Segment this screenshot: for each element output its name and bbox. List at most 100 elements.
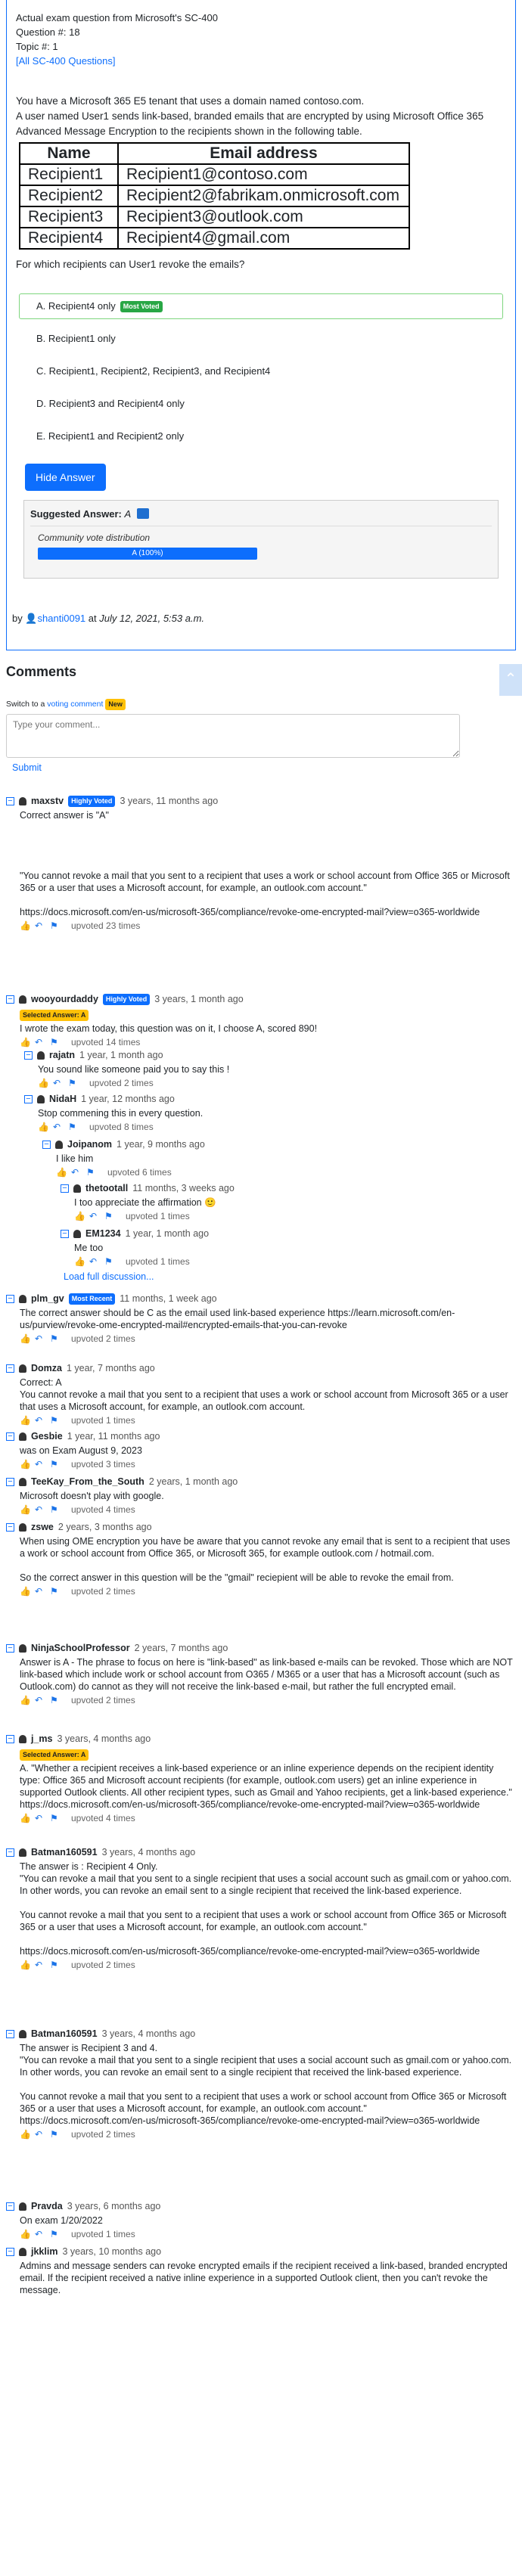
comment-user[interactable]: Pravda: [31, 2200, 63, 2212]
thumbs-up-icon[interactable]: 👍: [20, 1334, 31, 1343]
comment-user[interactable]: NidaH: [49, 1093, 76, 1105]
comment-user[interactable]: EM1234: [85, 1227, 121, 1240]
thumbs-up-icon[interactable]: 👍: [38, 1079, 49, 1088]
collapse-icon[interactable]: −: [6, 796, 14, 805]
choice-b[interactable]: B. Recipient1 only: [19, 326, 503, 352]
collapse-icon[interactable]: −: [6, 1294, 14, 1303]
collapse-icon[interactable]: −: [6, 2202, 14, 2211]
comment-user[interactable]: Gesbie: [31, 1430, 63, 1442]
thumbs-up-icon[interactable]: 👍: [20, 1505, 31, 1514]
flag-icon[interactable]: ⚑: [50, 1416, 59, 1425]
thumbs-up-icon[interactable]: 👍: [20, 1038, 31, 1047]
flag-icon[interactable]: ⚑: [50, 1505, 59, 1514]
thumbs-up-icon[interactable]: 👍: [74, 1212, 85, 1221]
comment-user[interactable]: Domza: [31, 1362, 62, 1374]
thumbs-up-icon[interactable]: 👍: [20, 1587, 31, 1596]
flag-icon[interactable]: ⚑: [50, 1334, 59, 1343]
collapse-icon[interactable]: −: [6, 2029, 14, 2038]
scroll-to-top-button[interactable]: ⌃: [499, 664, 522, 696]
choice-d[interactable]: D. Recipient3 and Recipient4 only: [19, 391, 503, 417]
reply-icon[interactable]: ↶: [35, 1696, 44, 1705]
reply-icon[interactable]: ↶: [35, 1505, 44, 1514]
thumbs-up-icon[interactable]: 👍: [74, 1257, 85, 1266]
comment-user[interactable]: TeeKay_From_the_South: [31, 1476, 144, 1488]
thumbs-up-icon[interactable]: 👍: [20, 2130, 31, 2139]
reply-icon[interactable]: ↶: [71, 1168, 80, 1177]
choice-e[interactable]: E. Recipient1 and Recipient2 only: [19, 424, 503, 449]
comment-user[interactable]: Batman160591: [31, 1846, 98, 1858]
reply-icon[interactable]: ↶: [89, 1257, 98, 1266]
flag-icon[interactable]: ⚑: [50, 1814, 59, 1823]
comment-user[interactable]: NinjaSchoolProfessor: [31, 1642, 130, 1654]
all-questions-link[interactable]: [All SC-400 Questions]: [16, 55, 116, 67]
reply-icon[interactable]: ↶: [35, 1416, 44, 1425]
flag-icon[interactable]: ⚑: [50, 2230, 59, 2239]
flag-icon[interactable]: ⚑: [68, 1122, 77, 1131]
reply-icon[interactable]: ↶: [35, 1587, 44, 1596]
submit-button[interactable]: Submit: [12, 762, 42, 773]
choice-a[interactable]: A. Recipient4 only Most Voted: [19, 293, 503, 319]
collapse-icon[interactable]: −: [6, 1364, 14, 1373]
reply-icon[interactable]: ↶: [35, 1460, 44, 1469]
flag-icon[interactable]: ⚑: [50, 1587, 59, 1596]
collapse-icon[interactable]: −: [6, 1643, 14, 1653]
comment-user[interactable]: Joipanom: [67, 1138, 112, 1150]
collapse-icon[interactable]: −: [6, 1848, 14, 1857]
comment-user[interactable]: Batman160591: [31, 2028, 98, 2040]
reply-icon[interactable]: ↶: [53, 1079, 62, 1088]
author-link[interactable]: shanti0091: [38, 613, 86, 624]
thumbs-up-icon[interactable]: 👍: [20, 1460, 31, 1469]
reply-icon[interactable]: ↶: [89, 1212, 98, 1221]
reply-icon[interactable]: ↶: [53, 1122, 62, 1131]
comment-user[interactable]: plm_gv: [31, 1293, 64, 1305]
flag-icon[interactable]: ⚑: [50, 1038, 59, 1047]
thumbs-up-icon[interactable]: 👍: [38, 1122, 49, 1131]
comment-user[interactable]: thetootall: [85, 1182, 128, 1194]
collapse-icon[interactable]: −: [24, 1051, 33, 1060]
comment-user[interactable]: j_ms: [31, 1733, 53, 1745]
comment-user[interactable]: rajatn: [49, 1049, 75, 1061]
reply-icon[interactable]: ↶: [35, 2230, 44, 2239]
thumbs-up-icon[interactable]: 👍: [56, 1168, 67, 1177]
hide-answer-button[interactable]: Hide Answer: [25, 464, 106, 491]
comment-user[interactable]: maxstv: [31, 795, 64, 807]
collapse-icon[interactable]: −: [6, 1734, 14, 1743]
comment-input[interactable]: [6, 714, 460, 758]
collapse-icon[interactable]: −: [61, 1184, 69, 1193]
choice-c[interactable]: C. Recipient1, Recipient2, Recipient3, a…: [19, 358, 503, 384]
flag-icon[interactable]: ⚑: [86, 1168, 95, 1177]
flag-icon[interactable]: ⚑: [50, 1460, 59, 1469]
thumbs-up-icon[interactable]: 👍: [20, 921, 31, 930]
thumbs-up-icon[interactable]: 👍: [20, 1814, 31, 1823]
reply-icon[interactable]: ↶: [35, 1814, 44, 1823]
comment-user[interactable]: jkklim: [31, 2245, 57, 2258]
thumbs-up-icon[interactable]: 👍: [20, 2230, 31, 2239]
flag-icon[interactable]: ⚑: [50, 2130, 59, 2139]
reply-icon[interactable]: ↶: [35, 1334, 44, 1343]
flag-icon[interactable]: ⚑: [50, 921, 59, 930]
collapse-icon[interactable]: −: [42, 1140, 51, 1149]
reply-icon[interactable]: ↶: [35, 1038, 44, 1047]
reply-icon[interactable]: ↶: [35, 921, 44, 930]
load-full-discussion-link[interactable]: Load full discussion...: [64, 1271, 154, 1282]
reply-icon[interactable]: ↶: [35, 1960, 44, 1969]
collapse-icon[interactable]: −: [6, 1522, 14, 1532]
flag-icon[interactable]: ⚑: [104, 1212, 113, 1221]
flag-icon[interactable]: ⚑: [68, 1079, 77, 1088]
flag-icon[interactable]: ⚑: [50, 1696, 59, 1705]
reply-icon[interactable]: ↶: [35, 2130, 44, 2139]
collapse-icon[interactable]: −: [6, 2247, 14, 2256]
flag-icon[interactable]: ⚑: [50, 1960, 59, 1969]
comment-user[interactable]: zswe: [31, 1521, 54, 1533]
collapse-icon[interactable]: −: [6, 1477, 14, 1486]
voting-comment-link[interactable]: voting comment: [47, 700, 103, 709]
thumbs-up-icon[interactable]: 👍: [20, 1960, 31, 1969]
collapse-icon[interactable]: −: [6, 995, 14, 1004]
comment-user[interactable]: wooyourdaddy: [31, 993, 98, 1005]
thumbs-up-icon[interactable]: 👍: [20, 1416, 31, 1425]
flag-icon[interactable]: ⚑: [104, 1257, 113, 1266]
collapse-icon[interactable]: −: [6, 1432, 14, 1441]
collapse-icon[interactable]: −: [24, 1094, 33, 1103]
collapse-icon[interactable]: −: [61, 1229, 69, 1238]
thumbs-up-icon[interactable]: 👍: [20, 1696, 31, 1705]
